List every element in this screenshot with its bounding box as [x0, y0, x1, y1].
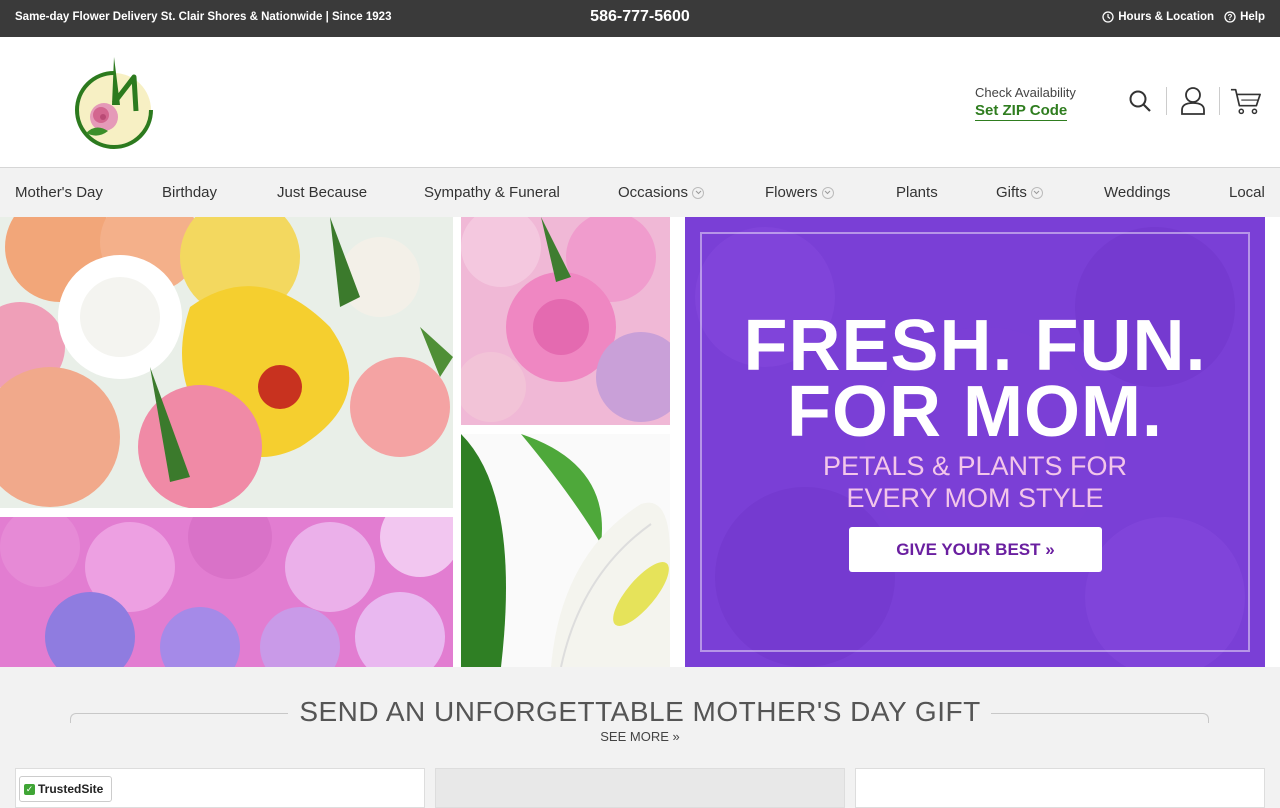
lily-image [461, 434, 670, 667]
nav-item-label: Weddings [1104, 184, 1171, 201]
search-button[interactable] [1124, 85, 1156, 117]
search-icon [1129, 90, 1151, 112]
banner-subheadline-1: PETALS & PLANTS FOR [822, 451, 1128, 481]
hero-photo-roses[interactable] [461, 217, 670, 425]
chevron-down-icon [821, 186, 834, 199]
separator [1166, 87, 1167, 115]
see-more-link[interactable]: SEE MORE » [600, 729, 679, 744]
banner-headline-1: FRESH. FUN. [743, 306, 1207, 386]
phone-number[interactable]: 586-777-5600 [590, 8, 690, 25]
hero-photo-bouquet[interactable] [0, 217, 453, 508]
zip-check: Check Availability Set ZIP Code [975, 85, 1076, 121]
svg-text:?: ? [1228, 13, 1233, 22]
give-your-best-button[interactable]: GIVE YOUR BEST » [849, 527, 1102, 572]
site-header: Check Availability Set ZIP Code [0, 37, 1280, 168]
top-bar: Same-day Flower Delivery St. Clair Shore… [0, 0, 1280, 37]
hero-photo-hydrangea[interactable] [0, 517, 453, 667]
bouquet-image [0, 217, 453, 508]
help-icon: ? [1224, 11, 1236, 23]
nav-item-local[interactable]: Local [1229, 184, 1265, 201]
nav-item-birthday[interactable]: Birthday [162, 184, 217, 201]
zip-label: Check Availability [975, 85, 1076, 100]
nav-item-label: Gifts [996, 184, 1027, 201]
mothers-day-section: SEND AN UNFORGETTABLE MOTHER'S DAY GIFT … [0, 667, 1280, 808]
hours-location-link[interactable]: Hours & Location [1102, 11, 1214, 23]
section-title: SEND AN UNFORGETTABLE MOTHER'S DAY GIFT [299, 696, 981, 727]
chevron-down-icon [1030, 186, 1043, 199]
nav-item-gifts[interactable]: Gifts [996, 184, 1043, 201]
separator [1219, 87, 1220, 115]
hours-location-label: Hours & Location [1118, 11, 1215, 23]
help-link[interactable]: ? Help [1224, 11, 1265, 23]
nav-item-label: Flowers [765, 184, 818, 201]
nav-item-plants[interactable]: Plants [896, 184, 938, 201]
logo[interactable] [74, 55, 249, 149]
trusted-site-label: TrustedSite [38, 782, 104, 796]
header-icons [1124, 85, 1262, 117]
hero-photo-lily[interactable] [461, 434, 670, 667]
product-card[interactable] [855, 768, 1265, 808]
account-button[interactable] [1177, 85, 1209, 117]
nav-item-occasions[interactable]: Occasions [618, 184, 705, 201]
see-more-wrap: SEE MORE » [0, 729, 1280, 744]
promo-banner[interactable]: FRESH. FUN. FOR MOM. PETALS & PLANTS FOR… [685, 217, 1265, 667]
banner-subheadline-2: EVERY MOM STYLE [846, 483, 1104, 513]
roses-image [461, 217, 670, 425]
top-links: Hours & Location ? Help [1102, 11, 1265, 23]
nav-item-sympathy[interactable]: Sympathy & Funeral [424, 184, 560, 201]
nav-item-label: Just Because [277, 184, 368, 201]
nav-item-label: Birthday [162, 184, 218, 201]
help-label: Help [1240, 11, 1265, 23]
nav-item-mothers-day[interactable]: Mother's Day [15, 184, 103, 201]
nav-item-label: Plants [896, 184, 938, 201]
nav-item-label: Local [1229, 184, 1265, 201]
cart-button[interactable] [1230, 85, 1262, 117]
clock-icon [1102, 11, 1114, 23]
tagline: Same-day Flower Delivery St. Clair Shore… [15, 11, 392, 23]
check-icon: ✓ [24, 783, 35, 795]
chevron-down-icon [692, 186, 705, 199]
banner-headline-2: FOR MOM. [787, 372, 1163, 452]
product-card[interactable] [435, 768, 845, 808]
cart-icon [1230, 88, 1261, 115]
nav-item-label: Sympathy & Funeral [424, 184, 560, 201]
trusted-site-badge[interactable]: ✓ TrustedSite [19, 776, 112, 802]
nav-item-just-because[interactable]: Just Because [277, 184, 367, 201]
nav-item-label: Mother's Day [15, 184, 103, 201]
account-icon [1181, 87, 1205, 115]
hero: FRESH. FUN. FOR MOM. PETALS & PLANTS FOR… [0, 217, 1280, 667]
nav-item-flowers[interactable]: Flowers [765, 184, 834, 201]
hydrangea-image [0, 517, 453, 667]
nav-item-label: Occasions [618, 184, 689, 201]
main-nav: Mother's Day Birthday Just Because Sympa… [0, 168, 1280, 217]
set-zip-link[interactable]: Set ZIP Code [975, 102, 1068, 121]
logo-graphic [75, 57, 153, 149]
nav-item-weddings[interactable]: Weddings [1104, 184, 1170, 201]
